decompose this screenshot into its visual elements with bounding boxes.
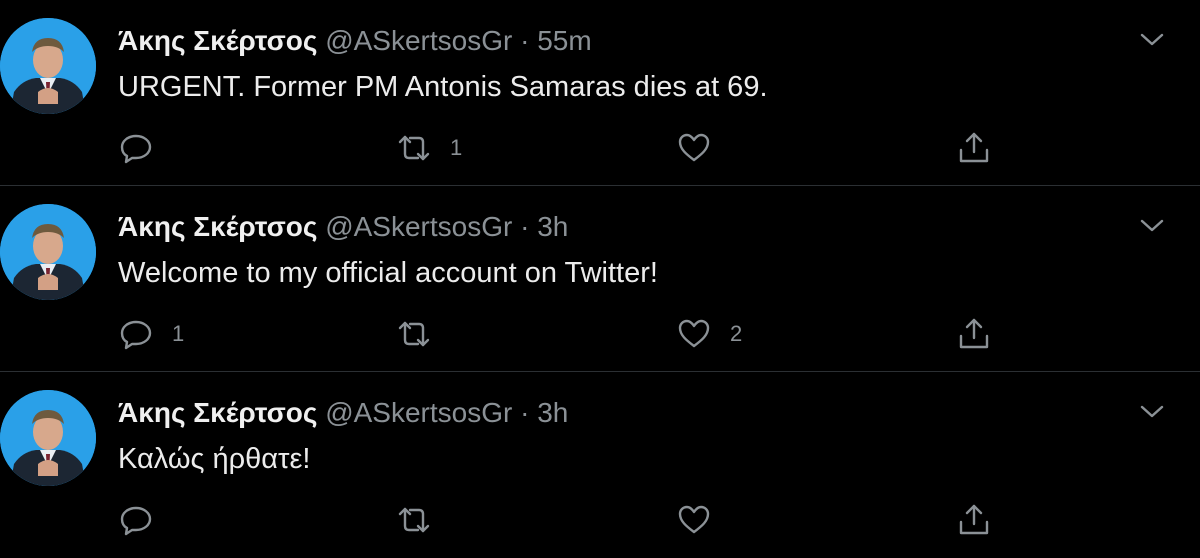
timestamp[interactable]: 55m [537,25,591,56]
separator-dot: · [520,211,530,242]
share-button[interactable] [956,128,992,168]
retweet-button[interactable] [396,314,450,354]
share-button[interactable] [956,314,992,354]
reply-button[interactable]: 1 [118,314,184,354]
avatar[interactable] [0,18,96,114]
like-button[interactable] [676,128,730,168]
avatar[interactable] [0,390,96,486]
tweet[interactable]: Άκης Σκέρτσος @ASkertsosGr · 3h Welcome … [0,186,1200,372]
author-handle[interactable]: @ASkertsosGr [325,397,512,428]
retweet-icon [398,321,430,347]
tweet-header: Άκης Σκέρτσος @ASkertsosGr · 3h [118,210,568,244]
avatar[interactable] [0,204,96,300]
tweet-header: Άκης Σκέρτσος @ASkertsosGr · 55m [118,24,592,58]
retweet-icon [398,507,430,533]
heart-icon [678,319,710,348]
tweet-actions: 1 2 [118,314,1018,354]
heart-icon [678,133,710,162]
tweet[interactable]: Άκης Σκέρτσος @ASkertsosGr · 3h Καλώς ήρ… [0,372,1200,558]
like-count: 2 [730,321,743,346]
share-button[interactable] [956,500,992,540]
heart-icon [678,505,710,534]
chevron-down-icon[interactable] [1138,216,1166,236]
author-handle[interactable]: @ASkertsosGr [325,211,512,242]
separator-dot: · [520,25,530,56]
tweet-actions: 1 [118,128,1018,168]
like-button[interactable] [676,500,730,540]
share-icon [959,504,989,535]
author-name[interactable]: Άκης Σκέρτσος [118,211,317,242]
author-handle[interactable]: @ASkertsosGr [325,25,512,56]
retweet-count: 1 [450,135,463,160]
reply-count: 1 [172,321,185,346]
tweet-text: Welcome to my official account on Twitte… [118,257,658,289]
reply-icon [120,134,152,164]
author-name[interactable]: Άκης Σκέρτσος [118,25,317,56]
retweet-button[interactable]: 1 [396,128,462,168]
tweet[interactable]: Άκης Σκέρτσος @ASkertsosGr · 55m URGENT.… [0,0,1200,186]
tweet-text: Καλώς ήρθατε! [118,443,311,475]
retweet-icon [398,135,430,161]
tweet-actions [118,500,1018,540]
share-icon [959,318,989,349]
share-icon [959,132,989,163]
chevron-down-icon[interactable] [1138,402,1166,422]
retweet-button[interactable] [396,500,450,540]
tweet-feed: Άκης Σκέρτσος @ASkertsosGr · 55m URGENT.… [0,0,1200,557]
separator-dot: · [520,397,530,428]
reply-button[interactable] [118,128,172,168]
reply-icon [120,506,152,536]
reply-button[interactable] [118,500,172,540]
timestamp[interactable]: 3h [537,397,568,428]
like-button[interactable]: 2 [676,314,742,354]
author-name[interactable]: Άκης Σκέρτσος [118,397,317,428]
chevron-down-icon[interactable] [1138,30,1166,50]
tweet-text: URGENT. Former PM Antonis Samaras dies a… [118,71,768,103]
tweet-header: Άκης Σκέρτσος @ASkertsosGr · 3h [118,396,568,430]
timestamp[interactable]: 3h [537,211,568,242]
reply-icon [120,320,152,350]
